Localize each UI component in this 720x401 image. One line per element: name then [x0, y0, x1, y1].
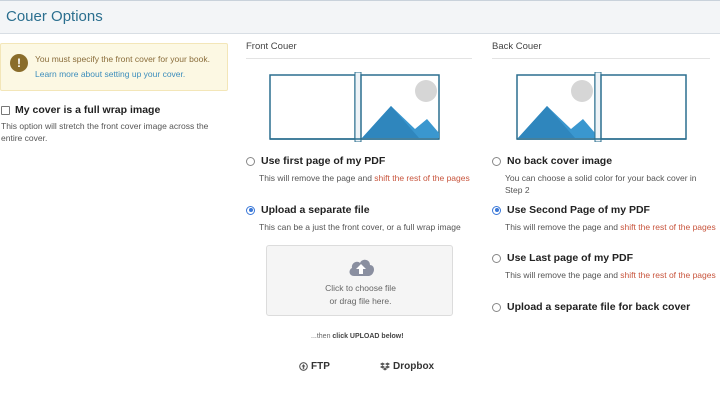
back-cover-illustration [516, 72, 687, 142]
front-cover-title: Front Couer [246, 41, 297, 52]
full-wrap-label: My cover is a full wrap image [15, 104, 161, 116]
back-divider [492, 58, 710, 59]
back-last-page-radio[interactable] [492, 253, 501, 263]
dropzone-line-2: or drag file here. [329, 296, 392, 306]
back-none-description: You can choose a solid color for your ba… [505, 173, 697, 195]
front-first-page-description: This will remove the page and shift the … [259, 173, 470, 183]
dropzone-line-1: Click to choose file [325, 283, 396, 293]
back-option-upload[interactable]: Upload a separate file for back cover [492, 301, 690, 313]
back-second-page-description: This will remove the page and shift the … [505, 222, 716, 232]
back-option-none[interactable]: No back cover image [492, 155, 612, 167]
file-dropzone[interactable]: Click to choose file or drag file here. [266, 245, 453, 316]
front-cover-illustration [269, 72, 440, 142]
full-wrap-checkbox-row[interactable]: My cover is a full wrap image [1, 104, 160, 116]
shift-pages-link[interactable]: shift the rest of the pages [374, 173, 469, 183]
back-last-page-description: This will remove the page and shift the … [505, 270, 716, 280]
front-first-page-radio[interactable] [246, 156, 255, 166]
back-option-last-page[interactable]: Use Last page of my PDF [492, 252, 633, 264]
back-upload-radio[interactable] [492, 302, 501, 312]
back-cover-title: Back Couer [492, 41, 542, 52]
warning-alert: ! You must specify the front cover for y… [0, 43, 228, 91]
dropbox-icon [380, 362, 390, 371]
page-header: Couer Options [0, 0, 720, 34]
front-upload-description: This can be a just the front cover, or a… [259, 222, 461, 232]
front-divider [246, 58, 472, 59]
upload-hint: ...then click UPLOAD below! [311, 333, 404, 340]
full-wrap-checkbox[interactable] [1, 105, 10, 115]
back-second-page-radio[interactable] [492, 205, 501, 215]
front-option-first-page[interactable]: Use first page of my PDF [246, 155, 385, 167]
back-option-second-page[interactable]: Use Second Page of my PDF [492, 204, 650, 216]
page-title: Couer Options [6, 8, 103, 25]
exclamation-icon: ! [10, 54, 28, 72]
cloud-upload-icon [349, 259, 374, 276]
ftp-button[interactable]: FTP [299, 361, 330, 372]
ftp-icon [299, 362, 308, 371]
full-wrap-description: This option will stretch the front cover… [1, 121, 209, 143]
shift-pages-link[interactable]: shift the rest of the pages [620, 222, 715, 232]
alert-learn-more-link[interactable]: Learn more about setting up your cover. [35, 69, 185, 79]
shift-pages-link[interactable]: shift the rest of the pages [620, 270, 715, 280]
front-option-upload[interactable]: Upload a separate file [246, 204, 370, 216]
front-upload-radio[interactable] [246, 205, 255, 215]
back-none-radio[interactable] [492, 156, 501, 166]
alert-message: You must specify the front cover for you… [35, 54, 210, 64]
dropbox-button[interactable]: Dropbox [380, 361, 434, 372]
